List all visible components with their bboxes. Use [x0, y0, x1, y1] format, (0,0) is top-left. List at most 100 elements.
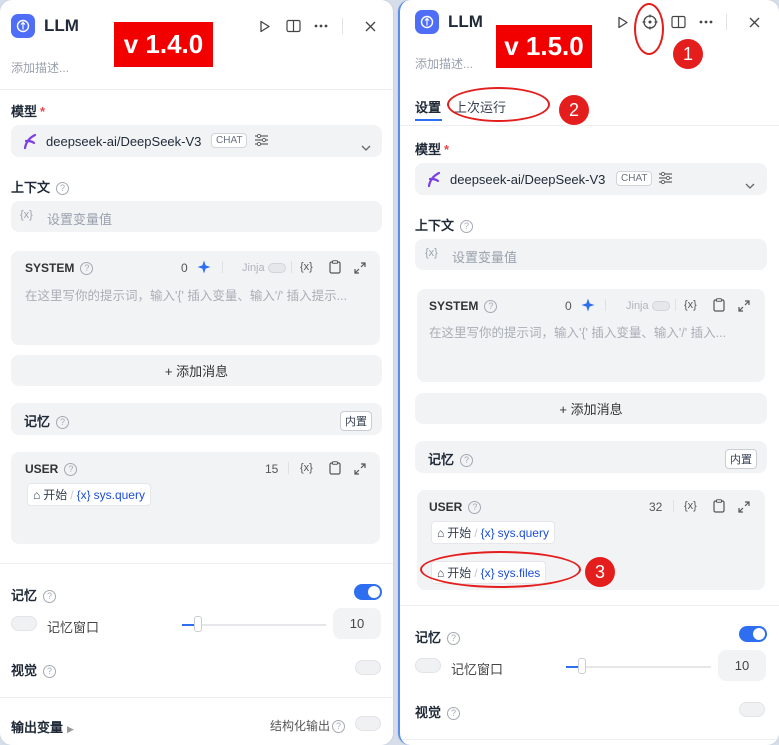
clipboard-icon[interactable] [713, 298, 725, 317]
output-variables-label[interactable]: 输出变量 ▶ [11, 717, 74, 736]
book-icon[interactable] [284, 17, 302, 35]
insert-variable-icon[interactable]: {x} [300, 462, 313, 474]
model-name: deepseek-ai/DeepSeek-V3 [46, 134, 202, 149]
toolbar-divider [726, 14, 727, 30]
model-provider-icon [426, 170, 442, 193]
structured-output-switch[interactable] [355, 716, 381, 731]
callout-ring [420, 551, 581, 588]
memory-window-slider-thumb[interactable] [578, 658, 586, 674]
variable-chip[interactable]: ⌂ 开始 / {x} sys.query [27, 483, 151, 506]
section-divider [0, 697, 393, 698]
clipboard-icon[interactable] [329, 461, 341, 480]
chevron-down-icon[interactable] [361, 138, 371, 156]
insert-variable-icon[interactable]: {x} [684, 500, 697, 512]
version-badge: v 1.5.0 [496, 25, 592, 68]
memory-window-switch[interactable] [415, 658, 441, 673]
description[interactable]: 添加描述... [415, 55, 473, 72]
memory-window-slider-track[interactable] [566, 666, 711, 668]
more-icon[interactable] [312, 17, 330, 35]
jinja-toggle[interactable] [268, 263, 286, 273]
memory-toggle-label: 记忆? [415, 627, 461, 646]
system-title: SYSTEM? [429, 299, 498, 313]
sparkle-icon[interactable] [581, 298, 595, 317]
prompt-toolbar-divider [291, 261, 292, 273]
clipboard-icon[interactable] [329, 260, 341, 279]
memory-switch[interactable] [739, 626, 767, 642]
memory-window-input[interactable]: 10 [333, 608, 381, 639]
llm-node-icon [11, 14, 35, 38]
user-title: USER? [429, 500, 482, 514]
memory-window-input[interactable]: 10 [718, 650, 766, 681]
builtin-tag: 内置 [725, 449, 757, 469]
sparkle-icon[interactable] [197, 260, 211, 279]
toolbar-divider [342, 18, 343, 34]
system-placeholder: 在这里写你的提示词，输入'{' 插入变量、输入'/' 插入提示... [25, 289, 348, 303]
header-divider [0, 89, 393, 90]
vision-switch[interactable] [355, 660, 381, 675]
chevron-down-icon[interactable] [745, 176, 755, 194]
context-label: 上下文? [11, 177, 70, 196]
user-title: USER? [25, 462, 78, 476]
llm-panel-v140: LLM v 1.4.0 添加描述... 模型 * deepseek-ai/Deep… [0, 0, 393, 745]
callout-ring [634, 3, 664, 55]
variable-icon: {x} [20, 209, 33, 221]
vision-label: 视觉? [415, 702, 461, 721]
book-icon[interactable] [669, 13, 687, 31]
run-icon[interactable] [256, 17, 274, 35]
jinja-toggle[interactable] [652, 301, 670, 311]
memory-switch[interactable] [354, 584, 382, 600]
run-icon[interactable] [614, 13, 632, 31]
description[interactable]: 添加描述... [11, 59, 69, 76]
tab-settings[interactable]: 设置 [415, 97, 441, 116]
clipboard-icon[interactable] [713, 499, 725, 518]
insert-variable-icon[interactable]: {x} [684, 299, 697, 311]
more-icon[interactable] [697, 13, 715, 31]
expand-icon[interactable] [738, 500, 750, 518]
variable-chip[interactable]: ⌂ 开始 / {x} sys.query [431, 521, 555, 544]
model-params-icon[interactable] [254, 133, 269, 152]
panel-title: LLM [44, 16, 79, 35]
vision-label: 视觉? [11, 660, 57, 679]
system-placeholder: 在这里写你的提示词，输入'{' 插入变量、输入'/' 插入... [429, 326, 727, 340]
system-token-count: 0 [181, 261, 188, 275]
model-params-icon[interactable] [658, 171, 673, 190]
context-placeholder: 设置变量值 [452, 250, 518, 265]
add-message-button[interactable]: + 添加消息 [415, 393, 767, 424]
system-token-count: 0 [565, 299, 572, 313]
prompt-toolbar-divider [222, 261, 223, 273]
prompt-toolbar-divider [605, 299, 606, 311]
memory-window-label: 记忆窗口 [451, 662, 504, 677]
section-divider [0, 563, 393, 564]
prompt-toolbar-divider [288, 462, 289, 474]
version-badge: v 1.4.0 [114, 22, 213, 67]
chip-variable-icon: {x} [76, 487, 91, 502]
variable-icon: {x} [425, 247, 438, 259]
insert-variable-icon[interactable]: {x} [300, 261, 313, 273]
memory-label: 记忆? [24, 411, 70, 430]
context-placeholder: 设置变量值 [47, 212, 113, 227]
memory-window-slider-thumb[interactable] [194, 616, 202, 632]
callout-badge: 2 [559, 95, 589, 125]
vision-switch[interactable] [739, 702, 765, 717]
expand-icon[interactable] [738, 299, 750, 317]
callout-badge: 3 [585, 557, 615, 587]
close-icon[interactable] [361, 17, 379, 35]
callout-ring [447, 87, 550, 122]
chip-variable: sys.query [93, 487, 145, 502]
memory-toggle-label: 记忆? [11, 585, 57, 604]
section-divider [400, 739, 779, 740]
builtin-tag: 内置 [340, 411, 372, 431]
close-icon[interactable] [745, 13, 763, 31]
model-provider-icon [22, 132, 38, 155]
memory-window-slider-track[interactable] [182, 624, 326, 626]
user-token-count: 32 [649, 500, 663, 514]
user-token-count: 15 [265, 462, 279, 476]
chip-source: 开始 [43, 488, 68, 502]
expand-icon[interactable] [354, 261, 366, 279]
memory-window-switch[interactable] [11, 616, 37, 631]
panel-title: LLM [448, 12, 483, 31]
expand-icon[interactable] [354, 462, 366, 480]
tab-active-indicator [415, 119, 442, 121]
add-message-button[interactable]: + 添加消息 [11, 355, 382, 386]
model-name: deepseek-ai/DeepSeek-V3 [450, 172, 606, 187]
